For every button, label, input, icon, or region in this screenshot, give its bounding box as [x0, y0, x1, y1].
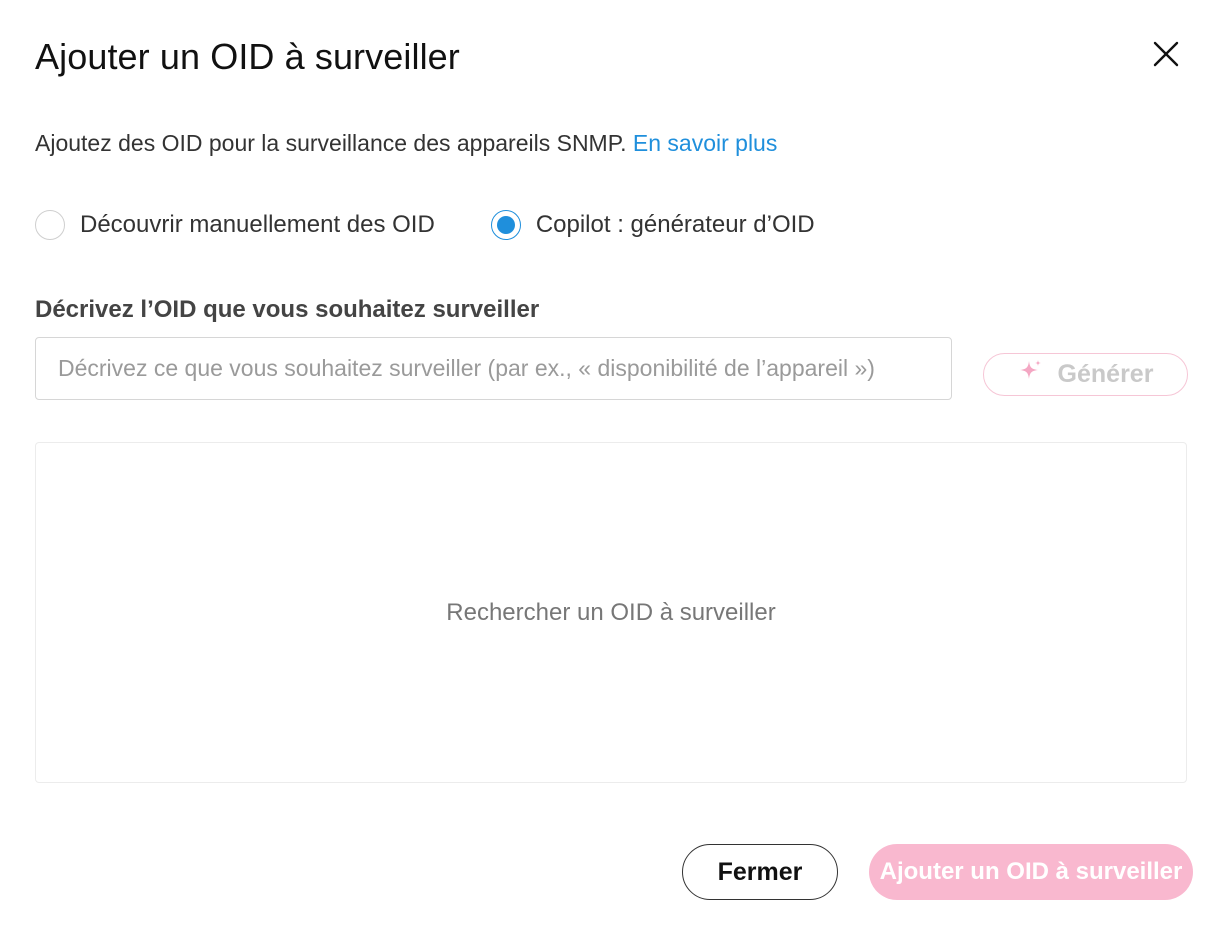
describe-oid-label: Décrivez l’OID que vous souhaitez survei…	[35, 296, 540, 323]
add-oid-dialog: Ajouter un OID à surveiller Ajoutez des …	[0, 0, 1226, 938]
radio-dot	[496, 216, 515, 234]
describe-oid-input[interactable]	[35, 337, 952, 400]
radio-label: Copilot : générateur d’OID	[535, 211, 815, 238]
add-oid-button[interactable]: Ajouter un OID à surveiller	[869, 844, 1193, 900]
radio-circle[interactable]	[35, 210, 65, 240]
results-empty-text: Rechercher un OID à surveiller	[446, 598, 776, 626]
close-button[interactable]	[1146, 36, 1186, 76]
sparkle-icon	[1018, 359, 1044, 390]
learn-more-link[interactable]: En savoir plus	[633, 130, 777, 156]
radio-circle-checked[interactable]	[490, 210, 521, 240]
intro-text: Ajoutez des OID pour la surveillance des…	[35, 130, 777, 157]
radio-label: Découvrir manuellement des OID	[80, 211, 435, 238]
dialog-title: Ajouter un OID à surveiller	[35, 36, 460, 77]
intro-description: Ajoutez des OID pour la surveillance des…	[35, 130, 627, 156]
close-icon	[1153, 41, 1179, 72]
mode-radio-group: Découvrir manuellement des OID Copilot :…	[35, 210, 815, 240]
generate-label: Générer	[1057, 360, 1154, 388]
generate-button[interactable]: Générer	[983, 353, 1188, 396]
radio-copilot-generator[interactable]: Copilot : générateur d’OID	[490, 210, 815, 240]
close-dialog-button[interactable]: Fermer	[682, 844, 838, 900]
oid-results-panel: Rechercher un OID à surveiller	[35, 442, 1187, 783]
radio-manual-discovery[interactable]: Découvrir manuellement des OID	[35, 210, 435, 240]
